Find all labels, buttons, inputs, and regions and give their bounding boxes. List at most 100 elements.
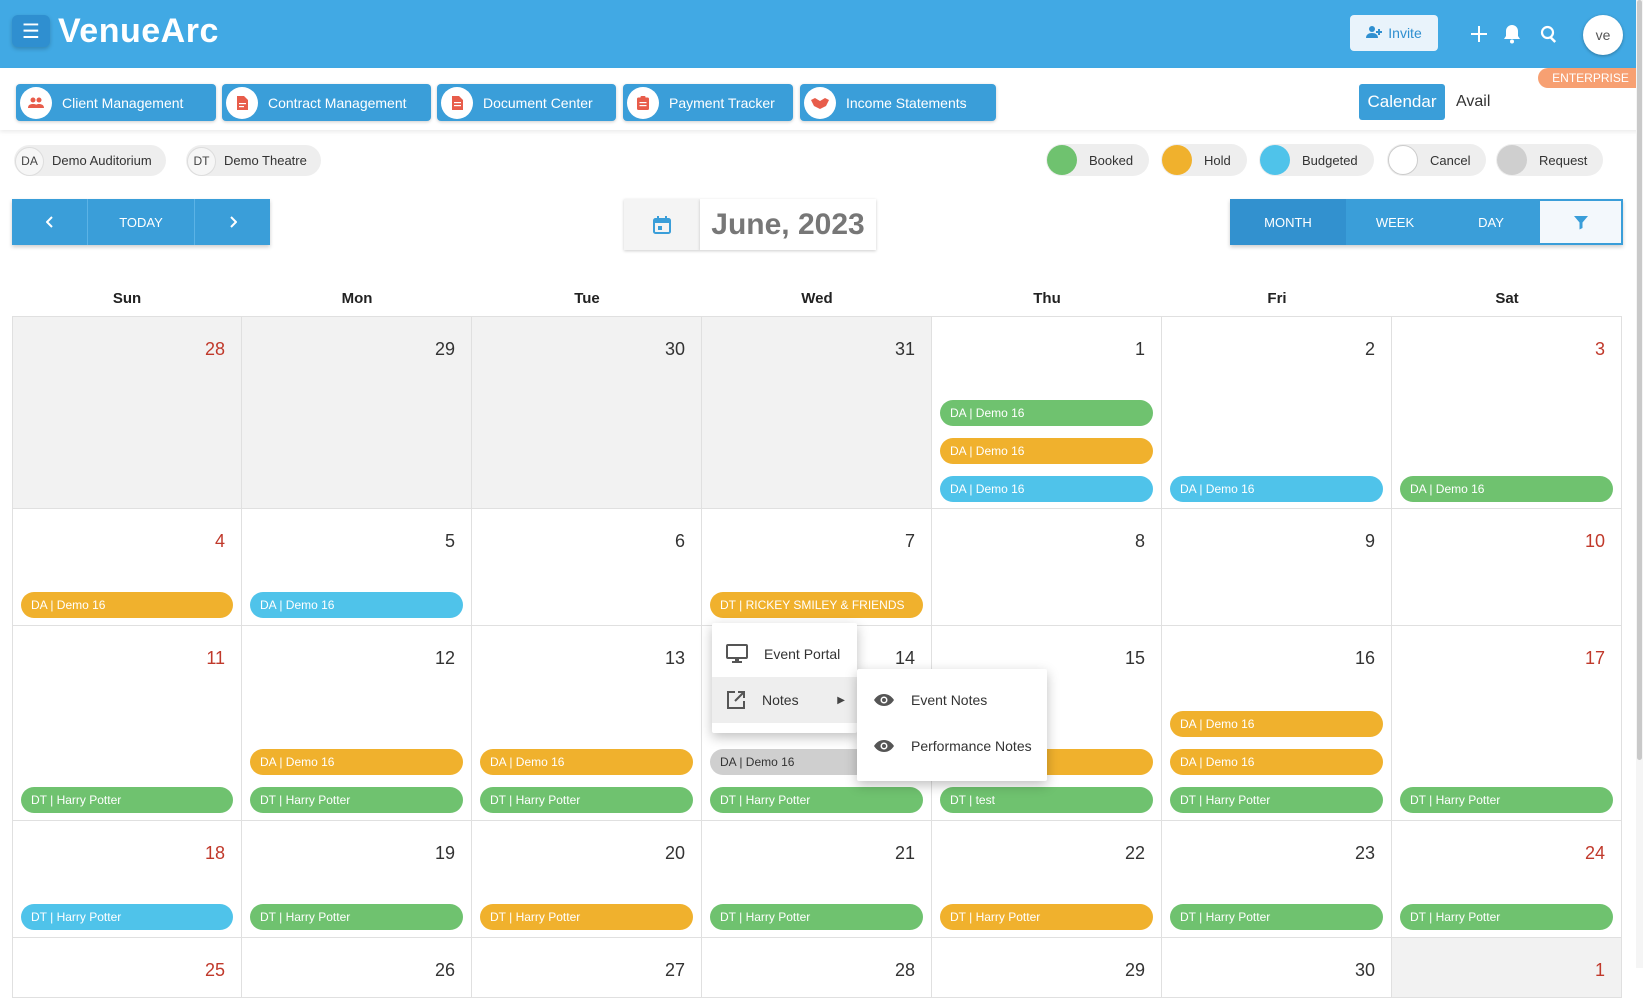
calendar-day-cell[interactable]: 16 DA | Demo 16 DA | Demo 16 DT | Harry Pot… (1162, 626, 1392, 821)
calendar-day-cell[interactable]: 13 DA | Demo 16 DT | Harry Potter (472, 626, 702, 821)
menu-item-event-notes[interactable]: Event Notes (857, 677, 1047, 723)
calendar-day-cell[interactable]: 31 (702, 316, 932, 509)
event-pill[interactable]: DT | Harry Potter (1170, 787, 1383, 813)
event-pill[interactable]: DT | Harry Potter (480, 904, 693, 930)
calendar-day-cell[interactable]: 12 DA | Demo 16 DT | Harry Potter (242, 626, 472, 821)
next-button[interactable] (195, 199, 270, 245)
event-pill[interactable]: DA | Demo 16 (1400, 476, 1613, 502)
menu-item-performance-notes[interactable]: Performance Notes (857, 723, 1047, 769)
calendar-day-cell[interactable]: 5 DA | Demo 16 (242, 509, 472, 626)
menu-item-notes[interactable]: Notes ▶ (712, 677, 857, 723)
month-view-button[interactable]: MONTH (1230, 199, 1346, 245)
user-avatar[interactable]: ve (1583, 15, 1623, 55)
prev-button[interactable] (12, 199, 88, 245)
calendar-day-cell[interactable]: 26 (242, 938, 472, 998)
calendar-day-cell[interactable]: 4 DA | Demo 16 (12, 509, 242, 626)
event-pill[interactable]: DA | Demo 16 (1170, 749, 1383, 775)
calendar-day-cell[interactable]: 24 DT | Harry Potter (1392, 821, 1622, 938)
event-pill[interactable]: DA | Demo 16 (250, 749, 463, 775)
tab-contract-management[interactable]: Contract Management (222, 84, 431, 121)
event-pill[interactable]: DT | Harry Potter (940, 904, 1153, 930)
legend-cancel[interactable]: Cancel (1387, 144, 1487, 176)
menu-item-event-portal[interactable]: Event Portal (712, 631, 857, 677)
search-icon[interactable] (1535, 20, 1563, 48)
calendar-day-cell[interactable]: 1 DA | Demo 16 DA | Demo 16 DA | Demo 16 (932, 316, 1162, 509)
venue-initials: DT (187, 146, 216, 176)
tab-client-management[interactable]: Client Management (16, 84, 216, 121)
legend-booked[interactable]: Booked (1046, 144, 1150, 176)
calendar-day-cell[interactable]: 29 (242, 316, 472, 509)
event-pill[interactable]: DA | Demo 16 (940, 400, 1153, 426)
calendar-day-cell[interactable]: 11 DT | Harry Potter (12, 626, 242, 821)
calendar-day-cell[interactable]: 22 DT | Harry Potter (932, 821, 1162, 938)
event-pill[interactable]: DA | Demo 16 (480, 749, 693, 775)
event-pill[interactable]: DT | Harry Potter (710, 787, 923, 813)
legend-hold[interactable]: Hold (1161, 144, 1247, 176)
event-pill[interactable]: DT | Harry Potter (480, 787, 693, 813)
calendar-day-cell[interactable]: 9 (1162, 509, 1392, 626)
today-button[interactable]: TODAY (88, 199, 195, 245)
bell-icon[interactable] (1498, 20, 1526, 48)
calendar-day-cell[interactable]: 21 DT | Harry Potter (702, 821, 932, 938)
day-number: 16 (1354, 648, 1375, 668)
legend-request[interactable]: Request (1496, 144, 1604, 176)
event-pill[interactable]: DA | Demo 16 (940, 438, 1153, 464)
legend-budgeted[interactable]: Budgeted (1259, 144, 1374, 176)
day-number: 10 (1584, 531, 1605, 551)
event-pill[interactable]: DT | Harry Potter (1400, 787, 1613, 813)
event-pill[interactable]: DT | Harry Potter (21, 787, 233, 813)
event-pill[interactable]: DA | Demo 16 (1170, 711, 1383, 737)
calendar-day-cell[interactable]: 2 DA | Demo 16 (1162, 316, 1392, 509)
calendar-day-cell[interactable]: 6 (472, 509, 702, 626)
venue-chip-demo-auditorium[interactable]: DA Demo Auditorium (14, 145, 166, 176)
calendar-day-cell[interactable]: 3 DA | Demo 16 (1392, 316, 1622, 509)
calendar-day-cell[interactable]: 28 (12, 316, 242, 509)
event-pill[interactable]: DT | Harry Potter (710, 904, 923, 930)
hamburger-menu-button[interactable]: ☰ (12, 15, 50, 47)
event-pill[interactable]: DT | Harry Potter (21, 904, 233, 930)
calendar-day-cell[interactable]: 17 DT | Harry Potter (1392, 626, 1622, 821)
filter-button[interactable] (1538, 199, 1623, 245)
event-pill[interactable]: DT | test (940, 787, 1153, 813)
avail-view-toggle[interactable]: Avail (1456, 84, 1490, 120)
calendar-day-cell[interactable]: 1 (1392, 938, 1622, 998)
event-pill[interactable]: DA | Demo 16 (940, 476, 1153, 502)
date-picker-button[interactable] (624, 199, 700, 250)
app-logo[interactable]: VenueArc (58, 12, 219, 51)
calendar-day-cell[interactable]: 25 (12, 938, 242, 998)
event-pill[interactable]: DT | Harry Potter (250, 787, 463, 813)
calendar-day-cell[interactable]: 28 (702, 938, 932, 998)
calendar-day-cell[interactable]: 10 (1392, 509, 1622, 626)
venue-chip-demo-theatre[interactable]: DT Demo Theatre (186, 145, 321, 176)
calendar-day-cell[interactable]: 20 DT | Harry Potter (472, 821, 702, 938)
calendar-view-toggle[interactable]: Calendar (1359, 84, 1445, 120)
calendar-day-cell[interactable]: 19 DT | Harry Potter (242, 821, 472, 938)
hold-dot (1162, 145, 1192, 175)
calendar-day-cell[interactable]: 8 (932, 509, 1162, 626)
event-pill[interactable]: DA | Demo 16 (1170, 476, 1383, 502)
event-pill[interactable]: DA | Demo 16 (250, 592, 463, 618)
calendar-day-cell[interactable]: 23 DT | Harry Potter (1162, 821, 1392, 938)
day-number: 21 (894, 843, 915, 863)
day-view-button[interactable]: DAY (1444, 199, 1538, 245)
calendar-day-cell[interactable]: 29 (932, 938, 1162, 998)
tab-income-statements[interactable]: Income Statements (800, 84, 996, 121)
page-scrollbar[interactable] (1636, 0, 1643, 968)
invite-button[interactable]: Invite (1350, 15, 1438, 51)
scrollbar-thumb[interactable] (1637, 0, 1642, 760)
event-pill[interactable]: DT | Harry Potter (1170, 904, 1383, 930)
view-switcher: MONTH WEEK DAY (1230, 199, 1623, 245)
calendar-day-cell[interactable]: 18 DT | Harry Potter (12, 821, 242, 938)
event-pill[interactable]: DT | Harry Potter (250, 904, 463, 930)
event-pill[interactable]: DT | RICKEY SMILEY & FRIENDS (710, 592, 923, 618)
add-icon[interactable] (1465, 20, 1493, 48)
calendar-day-cell[interactable]: 27 (472, 938, 702, 998)
tab-payment-tracker[interactable]: Payment Tracker (623, 84, 793, 121)
event-pill[interactable]: DT | Harry Potter (1400, 904, 1613, 930)
week-view-button[interactable]: WEEK (1346, 199, 1444, 245)
tab-document-center[interactable]: Document Center (437, 84, 616, 121)
calendar-day-cell[interactable]: 30 (472, 316, 702, 509)
calendar-day-cell[interactable]: 7 DT | RICKEY SMILEY & FRIENDS (702, 509, 932, 626)
event-pill[interactable]: DA | Demo 16 (21, 592, 233, 618)
calendar-day-cell[interactable]: 30 (1162, 938, 1392, 998)
